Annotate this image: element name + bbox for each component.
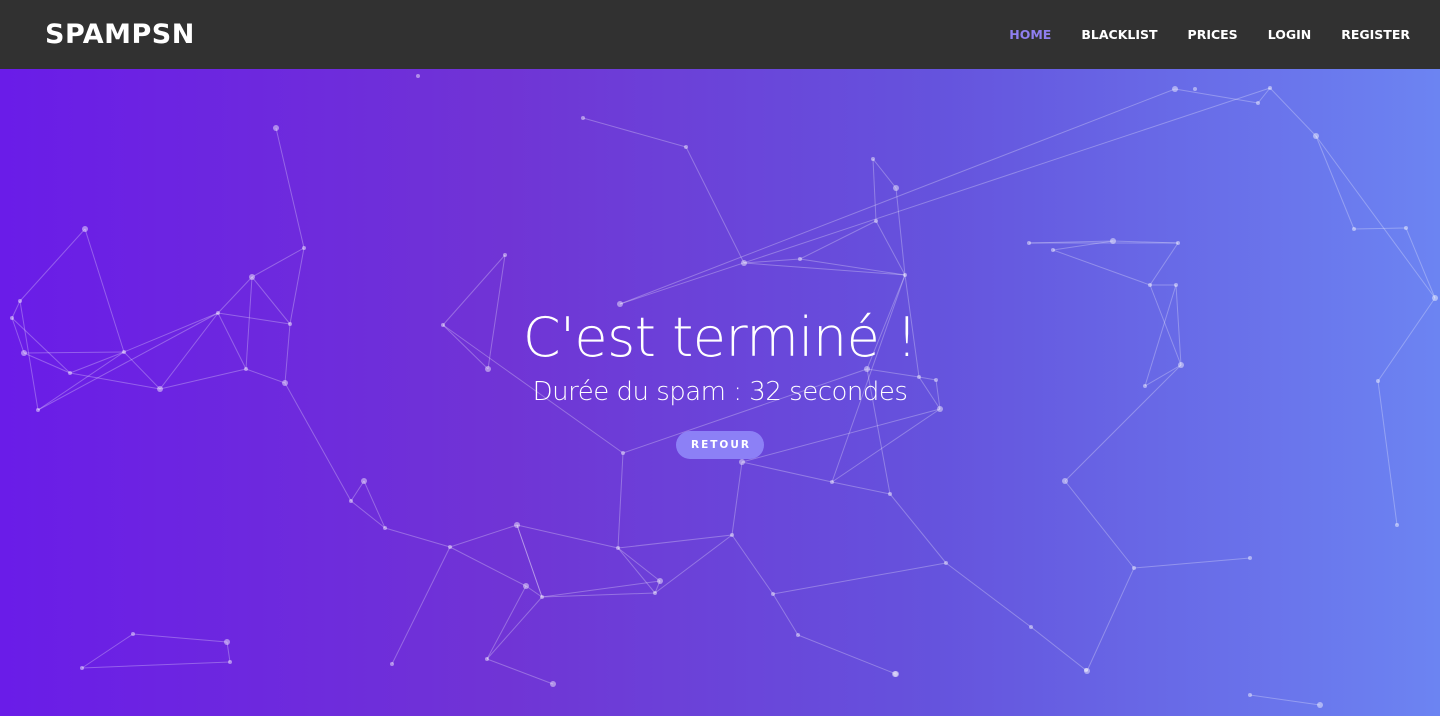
nav-menu: HOME BLACKLIST PRICES LOGIN REGISTER (979, 0, 1410, 69)
nav-prices[interactable]: PRICES (1188, 27, 1238, 42)
nav-home[interactable]: HOME (1009, 27, 1051, 42)
brand-logo[interactable]: SPAMPSN (45, 19, 195, 50)
nav-register[interactable]: REGISTER (1341, 27, 1410, 42)
spam-duration-text: Durée du spam : 32 secondes (532, 377, 908, 408)
hero-title: C'est terminé ! (522, 306, 918, 369)
hero-content: C'est terminé ! Durée du spam : 32 secon… (0, 306, 1440, 460)
hero-section: C'est terminé ! Durée du spam : 32 secon… (0, 69, 1440, 716)
nav-login[interactable]: LOGIN (1268, 27, 1312, 42)
nav-blacklist[interactable]: BLACKLIST (1081, 27, 1157, 42)
retour-button[interactable]: RETOUR (676, 431, 764, 460)
top-navbar: SPAMPSN HOME BLACKLIST PRICES LOGIN REGI… (0, 0, 1440, 69)
